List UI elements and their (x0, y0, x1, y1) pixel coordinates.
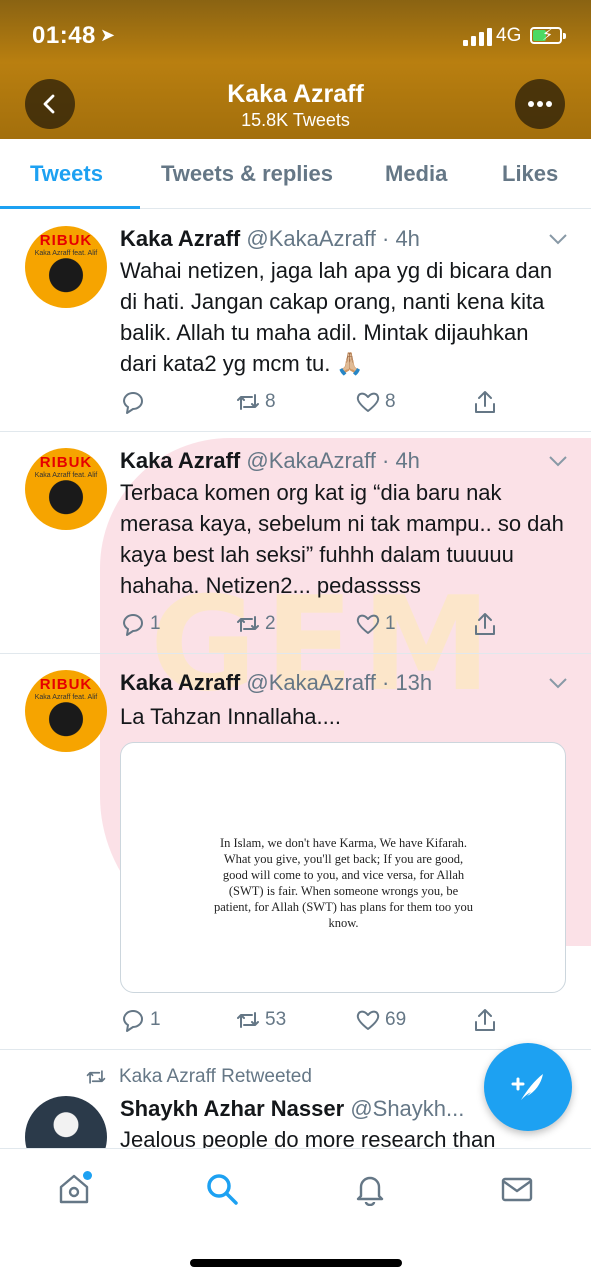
tab-media[interactable]: Media (385, 161, 447, 187)
tweet-header: Kaka Azraff @KakaAzraff · 4h (120, 448, 420, 474)
signal-icon (463, 28, 493, 46)
tweet-text: Terbaca komen org kat ig “dia baru nak m… (120, 480, 564, 598)
reply-count: 1 (150, 613, 161, 634)
status-bar: 01:48 ➤ 4G ⚡ (0, 0, 591, 72)
share-icon (475, 391, 495, 413)
tweet-actions: 1 2 1 (120, 609, 520, 639)
quote-image-text: In Islam, we don't have Karma, We have K… (214, 836, 473, 930)
tweet-handle-time: @KakaAzraff · 4h (246, 448, 420, 473)
bell-icon (356, 1176, 384, 1206)
chevron-down-icon[interactable] (548, 454, 568, 468)
tweet-header: Kaka Azraff @KakaAzraff · 13h (120, 670, 432, 696)
like-count: 8 (385, 391, 396, 412)
retweeted-label: Kaka Azraff Retweeted (119, 1066, 312, 1087)
profile-header: 01:48 ➤ 4G ⚡ Kaka Azraff 15.8K Tweets (0, 0, 591, 139)
like-count: 1 (385, 613, 396, 634)
reply-button[interactable] (120, 387, 150, 417)
reply-count: 1 (150, 1009, 161, 1030)
nav-home[interactable] (54, 1169, 94, 1209)
share-button[interactable] (472, 387, 498, 417)
retweet-button[interactable]: 2 (235, 609, 276, 639)
heart-icon (356, 392, 380, 412)
active-tab-indicator (0, 206, 140, 209)
like-button[interactable]: 8 (355, 387, 396, 417)
compose-feather-icon (511, 1074, 543, 1100)
status-time: 01:48 (32, 22, 96, 49)
reply-button[interactable]: 1 (120, 1005, 161, 1035)
tweet-media-card[interactable]: In Islam, we don't have Karma, We have K… (120, 742, 566, 993)
reply-icon (123, 614, 143, 636)
like-count: 69 (385, 1009, 407, 1030)
retweet-count: 53 (265, 1009, 287, 1030)
tweet-count: 15.8K Tweets (241, 110, 350, 130)
home-indicator (190, 1259, 402, 1267)
tweet-item[interactable]: RIBUK Kaka Azraff feat. Alif Kaka Azraff… (0, 432, 591, 654)
tweet-item[interactable]: RIBUK Kaka Azraff feat. Alif Kaka Azraff… (0, 210, 591, 432)
tweet-text: La Tahzan Innallaha.... (120, 704, 341, 729)
nav-notifications[interactable] (350, 1169, 390, 1209)
tweet-handle: @Shaykh... (350, 1096, 465, 1121)
nav-messages[interactable] (497, 1169, 537, 1209)
avatar[interactable]: RIBUK Kaka Azraff feat. Alif (25, 670, 107, 752)
tweet-item[interactable]: RIBUK Kaka Azraff feat. Alif Kaka Azraff… (0, 654, 591, 1050)
tweet-actions: 8 8 (120, 387, 520, 417)
tweet-header: Kaka Azraff @KakaAzraff · 4h (120, 226, 420, 252)
chevron-down-icon[interactable] (548, 232, 568, 246)
avatar[interactable] (25, 1096, 107, 1148)
retweet-count: 8 (265, 391, 276, 412)
tweet-header: Shaykh Azhar Nasser @Shaykh... (120, 1096, 464, 1122)
share-button[interactable] (472, 1005, 498, 1035)
more-options-button[interactable] (515, 79, 565, 129)
avatar[interactable]: RIBUK Kaka Azraff feat. Alif (25, 448, 107, 530)
tweet-handle-time: @KakaAzraff · 13h (246, 670, 433, 695)
tab-tweets-and-replies[interactable]: Tweets & replies (161, 161, 333, 187)
compose-tweet-button[interactable] (484, 1043, 572, 1131)
retweet-icon (237, 616, 259, 632)
retweet-icon (86, 1070, 106, 1084)
notification-dot (83, 1171, 92, 1180)
reply-icon (123, 1010, 143, 1032)
like-button[interactable]: 1 (355, 609, 396, 639)
reply-icon (123, 392, 143, 414)
avatar[interactable]: RIBUK Kaka Azraff feat. Alif (25, 226, 107, 308)
location-arrow-icon: ➤ (100, 25, 116, 45)
profile-tabs: Tweets Tweets & replies Media Likes (0, 139, 591, 209)
share-icon (475, 613, 495, 635)
share-icon (475, 1009, 495, 1031)
tab-tweets[interactable]: Tweets (30, 161, 103, 187)
retweet-button[interactable]: 8 (235, 387, 276, 417)
profile-name: Kaka Azraff (227, 80, 364, 108)
heart-icon (356, 614, 380, 634)
heart-icon (356, 1010, 380, 1030)
tweet-text: Jealous people do more research than (120, 1127, 496, 1148)
mail-icon (501, 1177, 533, 1202)
network-type: 4G (496, 25, 522, 46)
more-dots-icon (528, 101, 552, 107)
tweet-handle-time: @KakaAzraff · 4h (246, 226, 420, 251)
tweet-author-name[interactable]: Kaka Azraff (120, 448, 240, 473)
retweeted-indicator: Kaka Azraff Retweeted (85, 1066, 312, 1088)
nav-search[interactable] (202, 1169, 242, 1209)
retweet-count: 2 (265, 613, 276, 634)
retweet-button[interactable]: 53 (235, 1005, 286, 1035)
battery-icon: ⚡ (530, 27, 566, 44)
reply-button[interactable]: 1 (120, 609, 161, 639)
tweet-author-name[interactable]: Kaka Azraff (120, 670, 240, 695)
tab-likes[interactable]: Likes (502, 161, 558, 187)
retweet-icon (237, 1012, 259, 1028)
retweet-icon (237, 394, 259, 410)
tweet-author-name[interactable]: Kaka Azraff (120, 226, 240, 251)
tweet-text: Wahai netizen, jaga lah apa yg di bicara… (120, 258, 553, 376)
share-button[interactable] (472, 609, 498, 639)
chevron-down-icon[interactable] (548, 676, 568, 690)
like-button[interactable]: 69 (355, 1005, 406, 1035)
search-icon (207, 1174, 238, 1205)
tweet-actions: 1 53 69 (120, 1005, 520, 1035)
tweet-author-name[interactable]: Shaykh Azhar Nasser (120, 1096, 344, 1121)
